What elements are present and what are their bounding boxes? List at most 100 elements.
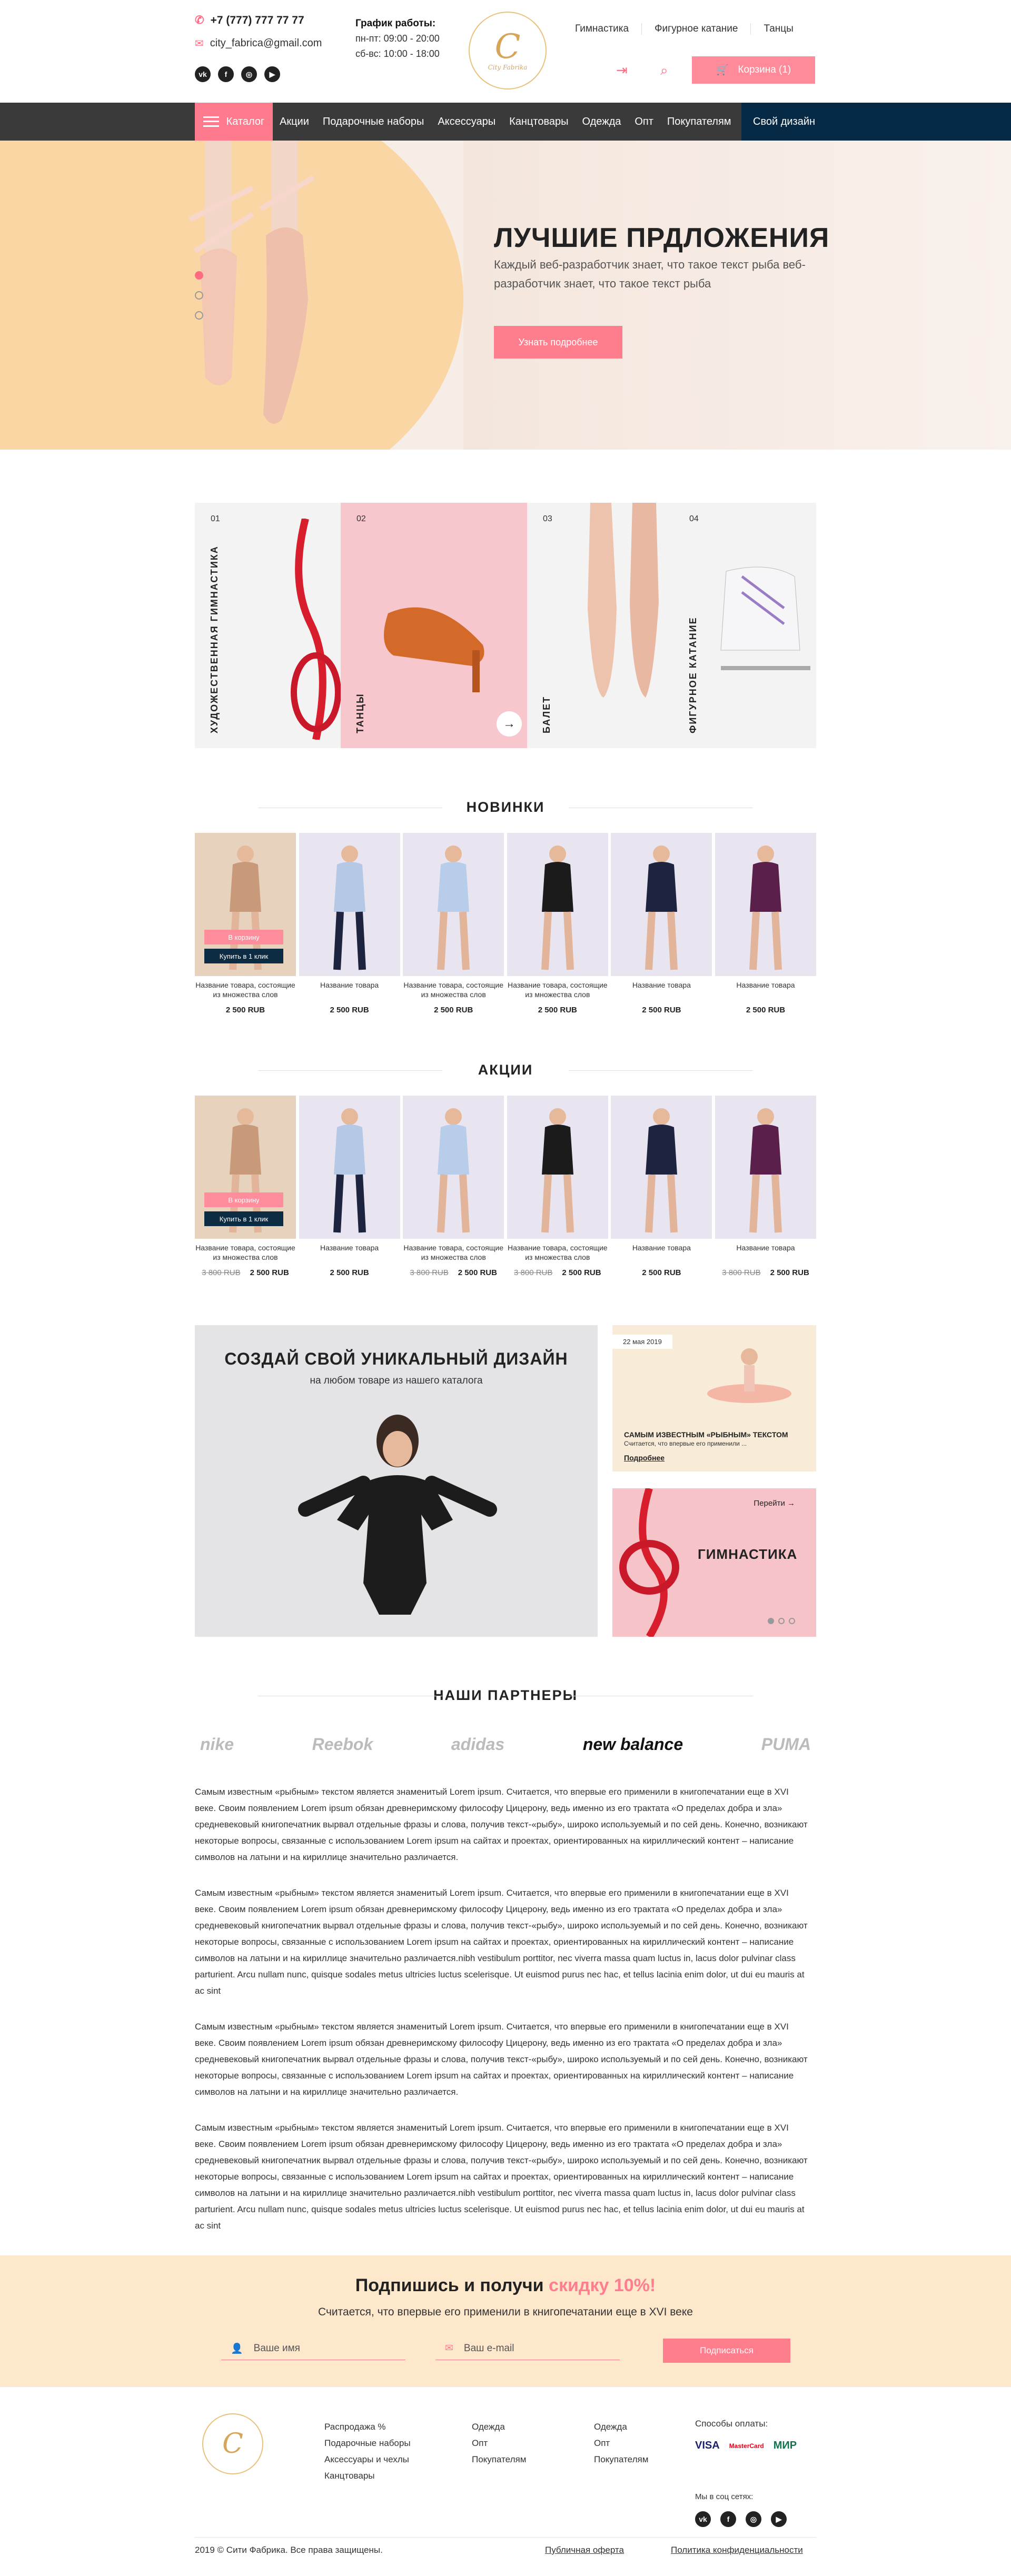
footer-link[interactable]: Подарочные наборы [324, 2435, 411, 2451]
name-field[interactable]: 👤 Ваше имя [221, 2337, 405, 2360]
header-email[interactable]: ✉ city_fabrica@gmail.com [195, 37, 322, 50]
gymnastics-banner[interactable]: Перейти → ГИМНАСТИКА [612, 1488, 816, 1637]
category-dance[interactable]: 02 ТАНЦЫ → [341, 503, 527, 748]
product-price: 2 500 RUB [330, 1006, 369, 1015]
partner-logo[interactable]: new balance [583, 1735, 683, 1754]
category-next-button[interactable]: → [497, 711, 522, 737]
footer-link[interactable]: Канцтовары [324, 2468, 411, 2484]
product-name[interactable]: Название товара, состоящие из множества … [507, 980, 608, 999]
privacy-link[interactable]: Политика конфиденциальности [671, 2545, 803, 2555]
product-name[interactable]: Название товара, состоящие из множества … [403, 1243, 504, 1262]
footer-link[interactable]: Опт [472, 2435, 526, 2451]
product-card[interactable]: В корзину Купить в 1 клик Название товара,… [195, 833, 296, 1015]
slider-dot[interactable] [195, 311, 203, 320]
gym-link[interactable]: Перейти → [754, 1499, 795, 1508]
instagram-icon[interactable]: ◎ [241, 66, 257, 82]
product-card[interactable]: Название товара, состоящие из множества … [403, 833, 504, 1015]
partner-logo[interactable]: PUMA [761, 1735, 811, 1754]
footer-link[interactable]: Покупателям [472, 2451, 526, 2468]
add-to-cart-button[interactable]: В корзину [204, 1192, 283, 1207]
partner-logo[interactable]: nike [200, 1735, 234, 1754]
login-icon[interactable]: ⇥ [616, 62, 628, 78]
product-card[interactable]: Название товара, состоящие из множества … [507, 1096, 608, 1277]
footer-link[interactable]: Опт [594, 2435, 648, 2451]
footer-link[interactable]: Распродажа % [324, 2419, 411, 2435]
footer-link[interactable]: Аксессуары и чехлы [324, 2451, 411, 2468]
category-ballet[interactable]: 03 БАЛЕТ [527, 503, 673, 748]
product-card[interactable]: Название товара 2 500 RUB [715, 833, 816, 1015]
header-phone[interactable]: ✆ +7 (777) 777 77 77 [195, 14, 304, 27]
add-to-cart-button[interactable]: В корзину [204, 930, 283, 944]
instagram-icon[interactable]: ◎ [746, 2511, 761, 2527]
email-field[interactable]: ✉ Ваш e-mail [435, 2337, 620, 2360]
partner-logo[interactable]: Reebok [312, 1735, 373, 1754]
category-figure-skating[interactable]: 04 ФИГУРНОЕ КАТАНИЕ [673, 503, 816, 748]
product-card[interactable]: Название товара 2 500 RUB [611, 1096, 712, 1277]
vk-icon[interactable]: vk [195, 66, 211, 82]
youtube-icon[interactable]: ▶ [771, 2511, 787, 2527]
nav-design[interactable]: Свой дизайн [741, 103, 1011, 141]
slider-dot[interactable] [789, 1618, 795, 1624]
news-card[interactable]: 22 мая 2019 САМЫМ ИЗВЕСТНЫМ «РЫБНЫМ» ТЕК… [612, 1325, 816, 1471]
buy-one-click-button[interactable]: Купить в 1 клик [204, 949, 283, 963]
nav-item[interactable]: Подарочные наборы [316, 116, 431, 128]
site-logo[interactable]: C City Fabrika [469, 12, 547, 89]
top-nav-item[interactable]: Фигурное катание [642, 23, 751, 35]
footer-link[interactable]: Покупателям [594, 2451, 648, 2468]
design-promo[interactable]: СОЗДАЙ СВОЙ УНИКАЛЬНЫЙ ДИЗАЙН на любом т… [195, 1325, 598, 1637]
subscribe-section: Подпишись и получи скидку 10%! Считается… [0, 2255, 1011, 2387]
product-card[interactable]: В корзину Купить в 1 клик Название товара,… [195, 1096, 296, 1277]
news-more-link[interactable]: Подробнее [624, 1454, 665, 1462]
product-card[interactable]: Название товара 2 500 RUB [299, 1096, 400, 1277]
catalog-button[interactable]: Каталог [195, 103, 273, 141]
product-card[interactable]: Название товара 3 800 RUB 2 500 RUB [715, 1096, 816, 1277]
product-name[interactable]: Название товара, состоящие из множества … [403, 980, 504, 999]
nav-item[interactable]: Опт [628, 116, 660, 128]
nav-item[interactable]: Аксессуары [431, 116, 502, 128]
nav-item[interactable]: Акции [273, 116, 316, 128]
search-icon[interactable]: ⌕ [660, 62, 668, 79]
product-card[interactable]: Название товара 2 500 RUB [299, 833, 400, 1015]
facebook-icon[interactable]: f [218, 66, 234, 82]
youtube-icon[interactable]: ▶ [264, 66, 280, 82]
footer-logo[interactable]: C [202, 2413, 263, 2474]
top-nav-item[interactable]: Гимнастика [562, 23, 642, 35]
product-card[interactable]: Название товара, состоящие из множества … [507, 833, 608, 1015]
hero-more-button[interactable]: Узнать подробнее [494, 326, 622, 359]
category-gymnastics[interactable]: 01 ХУДОЖЕСТВЕННАЯ ГИМНАСТИКА [195, 503, 341, 748]
product-card[interactable]: Название товара 2 500 RUB [611, 833, 712, 1015]
footer-link[interactable]: Одежда [472, 2419, 526, 2435]
product-name[interactable]: Название товара, состоящие из множества … [195, 1243, 296, 1262]
product-price: 3 800 RUB 2 500 RUB [410, 1268, 497, 1277]
product-name[interactable]: Название товара [715, 980, 816, 999]
category-grid: 01 ХУДОЖЕСТВЕННАЯ ГИМНАСТИКА 02 ТАНЦЫ → … [195, 503, 816, 748]
cart-button[interactable]: 🛒 Корзина (1) [692, 56, 815, 84]
subscribe-text: Считается, что впервые его применили в к… [318, 2306, 693, 2318]
slider-dot[interactable] [195, 291, 203, 300]
slider-dot[interactable] [768, 1618, 774, 1624]
vk-icon[interactable]: vk [695, 2511, 711, 2527]
product-name[interactable]: Название товара [611, 980, 712, 999]
product-name[interactable]: Название товара [611, 1243, 712, 1262]
product-name[interactable]: Название товара [299, 980, 400, 999]
product-name[interactable]: Название товара [715, 1243, 816, 1262]
facebook-icon[interactable]: f [720, 2511, 736, 2527]
product-card[interactable]: Название товара, состоящие из множества … [403, 1096, 504, 1277]
product-name[interactable]: Название товара [299, 1243, 400, 1262]
footer-link[interactable]: Одежда [594, 2419, 648, 2435]
product-image [403, 1096, 504, 1239]
product-name[interactable]: Название товара, состоящие из множества … [195, 980, 296, 999]
top-nav-item[interactable]: Танцы [751, 23, 806, 35]
nav-item[interactable]: Одежда [576, 116, 628, 128]
slider-dot[interactable] [195, 271, 203, 280]
nav-item[interactable]: Канцтовары [502, 116, 575, 128]
subscribe-button[interactable]: Подписаться [663, 2339, 790, 2363]
nav-item[interactable]: Покупателям [660, 116, 738, 128]
product-name[interactable]: Название товара, состоящие из множества … [507, 1243, 608, 1262]
offer-link[interactable]: Публичная оферта [545, 2545, 624, 2555]
pointe-shoes-image [188, 141, 315, 424]
new-products: В корзину Купить в 1 клик Название товара,… [195, 833, 816, 1022]
slider-dot[interactable] [778, 1618, 785, 1624]
buy-one-click-button[interactable]: Купить в 1 клик [204, 1211, 283, 1226]
partner-logo[interactable]: adidas [451, 1735, 504, 1754]
